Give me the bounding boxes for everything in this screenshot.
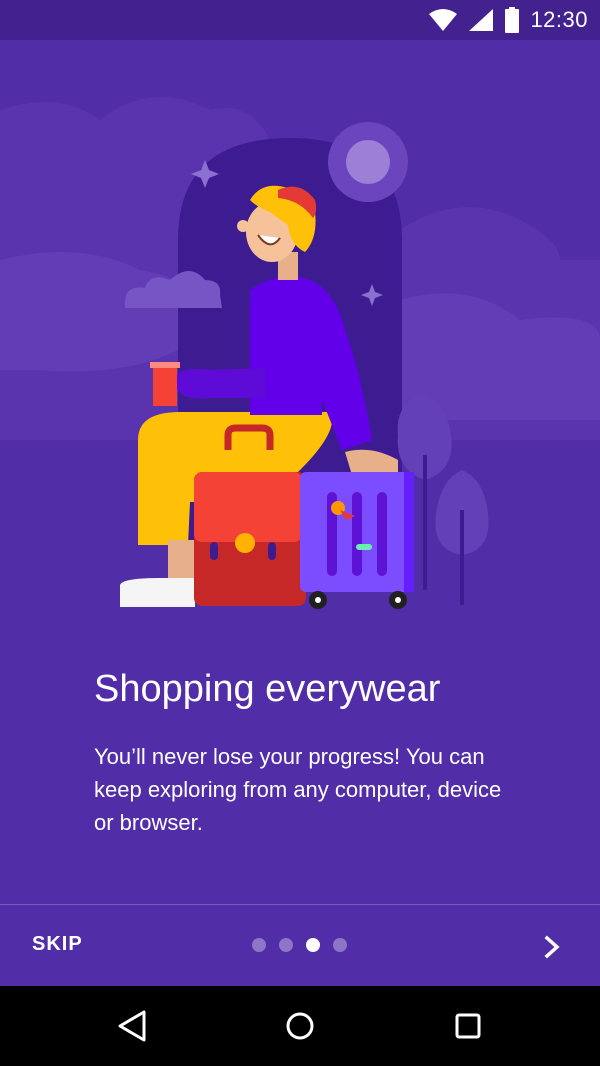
chevron-right-icon [544,935,560,959]
onboarding-screen: 12:30 Shopping everywear You’ll never lo… [0,0,600,1066]
page-dot-2[interactable] [279,938,293,952]
signal-icon [469,9,494,31]
onboarding-body: You’ll never lose your progress! You can… [94,744,502,835]
status-bar: 12:30 [0,0,600,40]
next-button[interactable] [534,929,570,965]
page-dot-3-active[interactable] [306,938,320,952]
page-dot-4[interactable] [333,938,347,952]
back-button[interactable] [112,1006,152,1046]
wifi-icon [429,9,458,31]
onboarding-footer: SKIP [0,905,600,986]
home-circle-icon [286,1012,314,1040]
recents-button[interactable] [448,1006,488,1046]
skip-button[interactable]: SKIP [32,933,83,956]
page-dot-1[interactable] [252,938,266,952]
status-time: 12:30 [530,7,588,32]
back-triangle-icon [118,1010,146,1042]
battery-icon [505,7,520,33]
page-indicator [252,938,347,952]
onboarding-title: Shopping everywear [94,668,441,710]
system-nav-bar [0,986,600,1066]
onboarding-illustration [0,97,600,609]
home-button[interactable] [280,1006,320,1046]
status-icons: 12:30 [428,6,588,34]
recents-square-icon [455,1013,481,1039]
